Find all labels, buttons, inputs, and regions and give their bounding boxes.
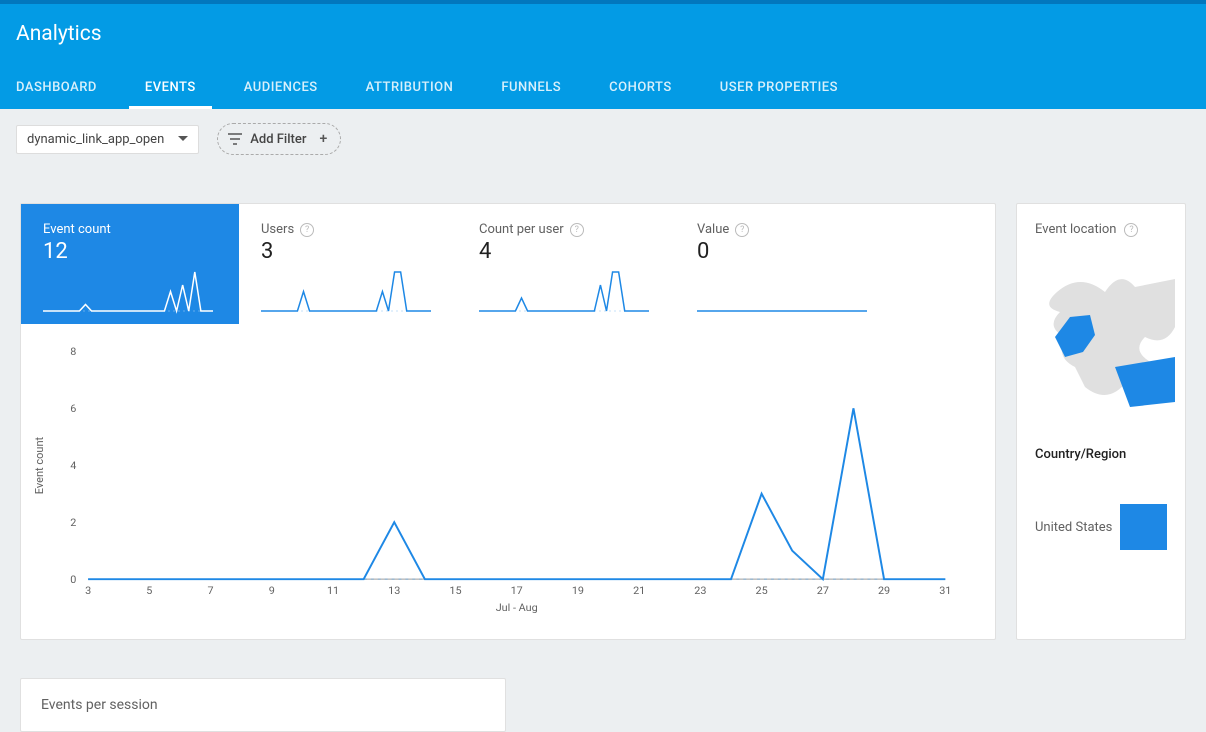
svg-text:5: 5 — [146, 584, 152, 597]
metric-label: Users — [261, 222, 294, 237]
svg-text:19: 19 — [572, 584, 584, 597]
svg-text:21: 21 — [633, 584, 645, 597]
svg-text:3: 3 — [85, 584, 91, 597]
secondary-card-title: Events per session — [41, 697, 158, 713]
svg-text:4: 4 — [70, 459, 76, 472]
nav-tabs: DASHBOARD EVENTS AUDIENCES ATTRIBUTION F… — [16, 66, 1190, 109]
svg-text:25: 25 — [756, 584, 768, 597]
metric-value: 0 — [697, 239, 873, 264]
add-filter-label: Add Filter — [250, 132, 306, 147]
event-picker[interactable]: dynamic_link_app_open — [16, 125, 199, 154]
svg-text:29: 29 — [878, 584, 890, 597]
metric-tile-count-per-user[interactable]: Count per user? 4 — [457, 204, 675, 324]
location-table-header: Country/Region — [1035, 447, 1167, 462]
metric-tile-users[interactable]: Users? 3 — [239, 204, 457, 324]
svg-text:23: 23 — [694, 584, 706, 597]
content-row: Event count 12 Users? 3 Count per user? … — [0, 155, 1206, 660]
svg-text:13: 13 — [388, 584, 400, 597]
metric-label: Count per user — [479, 222, 564, 237]
event-location-card: Event location ? Country/Region United S… — [1016, 203, 1186, 640]
help-icon[interactable]: ? — [300, 223, 314, 237]
metric-row: Event count 12 Users? 3 Count per user? … — [21, 204, 995, 324]
metric-label: Value — [697, 222, 729, 237]
svg-text:6: 6 — [70, 402, 76, 415]
svg-text:8: 8 — [70, 345, 76, 358]
location-row[interactable]: United States — [1035, 504, 1167, 550]
event-picker-label: dynamic_link_app_open — [27, 132, 164, 147]
tab-audiences[interactable]: AUDIENCES — [220, 66, 342, 109]
metric-label: Event count — [43, 222, 111, 237]
add-filter-chip[interactable]: Add Filter + — [217, 123, 341, 155]
metric-value: 4 — [479, 239, 655, 264]
y-axis-label: Event count — [33, 436, 46, 493]
svg-text:17: 17 — [511, 584, 523, 597]
main-chart: Event count 0 2 4 6 8 3 5 7 9 11 13 15 17 19 21 23 25 27 2… — [21, 324, 995, 639]
svg-text:31: 31 — [939, 584, 951, 597]
metric-tile-event-count[interactable]: Event count 12 — [21, 204, 239, 324]
svg-text:Jul - Aug: Jul - Aug — [496, 601, 538, 614]
page-header: Analytics DASHBOARD EVENTS AUDIENCES ATT… — [0, 4, 1206, 109]
line-chart-svg: 0 2 4 6 8 3 5 7 9 11 13 15 17 19 21 23 25 27 29 31 Jul - Aug — [29, 342, 965, 621]
filter-icon — [228, 133, 242, 145]
svg-text:0: 0 — [70, 573, 76, 586]
svg-text:7: 7 — [208, 584, 214, 597]
svg-text:15: 15 — [449, 584, 461, 597]
help-icon[interactable]: ? — [570, 223, 584, 237]
metric-value: 3 — [261, 239, 437, 264]
tab-funnels[interactable]: FUNNELS — [477, 66, 585, 109]
help-icon[interactable]: ? — [735, 223, 749, 237]
main-card: Event count 12 Users? 3 Count per user? … — [20, 203, 996, 640]
svg-text:11: 11 — [327, 584, 339, 597]
tab-cohorts[interactable]: COHORTS — [585, 66, 696, 109]
world-map[interactable] — [1035, 257, 1167, 417]
tab-attribution[interactable]: ATTRIBUTION — [342, 66, 478, 109]
metric-value: 12 — [43, 239, 219, 264]
tab-events[interactable]: EVENTS — [121, 66, 220, 109]
location-row-bar — [1120, 504, 1167, 550]
page-title: Analytics — [16, 22, 1190, 46]
sparkline-value — [697, 268, 867, 314]
tab-dashboard[interactable]: DASHBOARD — [16, 66, 121, 109]
chevron-down-icon — [178, 136, 188, 142]
svg-text:27: 27 — [817, 584, 829, 597]
sparkline-count-per-user — [479, 268, 649, 314]
svg-text:2: 2 — [70, 516, 76, 529]
sparkline-event-count — [43, 268, 213, 314]
sparkline-users — [261, 268, 431, 314]
plus-icon: + — [314, 130, 332, 148]
location-row-label: United States — [1035, 520, 1112, 535]
events-per-session-card: Events per session — [20, 678, 506, 732]
svg-text:9: 9 — [269, 584, 275, 597]
filter-bar: dynamic_link_app_open Add Filter + — [0, 109, 1206, 155]
side-card-title: Event location — [1035, 222, 1116, 237]
tab-user-properties[interactable]: USER PROPERTIES — [696, 66, 862, 109]
metric-tile-value[interactable]: Value? 0 — [675, 204, 893, 324]
help-icon[interactable]: ? — [1124, 223, 1138, 237]
